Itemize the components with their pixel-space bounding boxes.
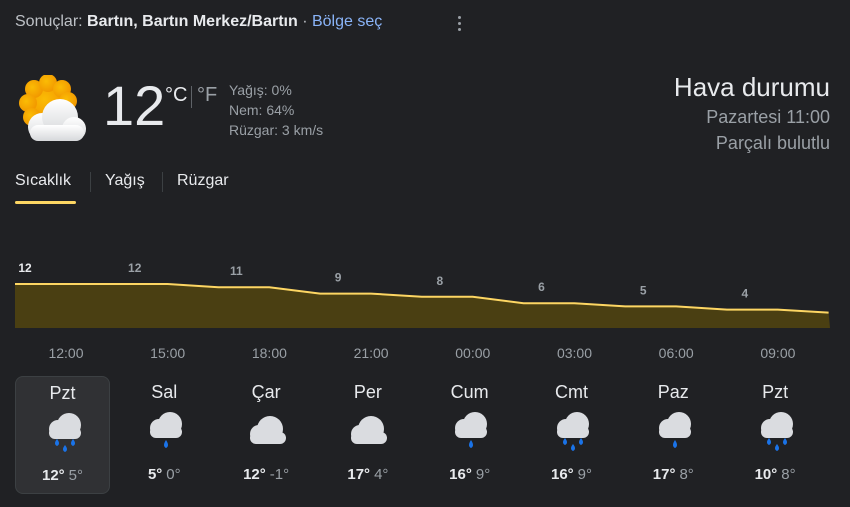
tab-precipitation[interactable]: Yağış: [105, 172, 145, 190]
temperature-chart: 12 12 11 9 8 6 5 4: [15, 261, 830, 328]
low-temp: 5°: [68, 467, 84, 484]
weather-condition: Parçalı bulutlu: [715, 133, 830, 153]
tab-wind[interactable]: Rüzgar: [177, 172, 229, 190]
cloudy-icon: [244, 408, 290, 454]
day-temps: 5° 0°: [117, 466, 212, 483]
high-temp: 17°: [347, 466, 371, 483]
hour-label: 03:00: [556, 345, 593, 361]
temperature-label: 11: [230, 264, 243, 278]
forecast-day[interactable]: Per 17° 4°: [320, 376, 415, 494]
select-region-link[interactable]: Bölge seç: [312, 13, 382, 30]
rain-icon: [41, 409, 87, 455]
partly-cloudy-icon: [16, 74, 90, 145]
forecast-day[interactable]: Pzt 10° 8°: [728, 376, 823, 494]
temperature-label: 12: [18, 261, 32, 275]
rain-icon: [753, 408, 799, 454]
day-name: Per: [353, 382, 382, 402]
low-temp: -1°: [269, 466, 290, 483]
day-name: Cmt: [555, 382, 588, 402]
low-temp: 8°: [781, 466, 796, 483]
hour-label: 06:00: [658, 345, 694, 361]
tab-divider: [162, 172, 163, 192]
day-name: Cum: [450, 382, 489, 402]
wind-stat: Rüzgar: 3 km/s: [229, 122, 324, 138]
cloudy-icon: [345, 408, 391, 454]
low-temp: 9°: [475, 466, 491, 483]
more-options-icon[interactable]: [450, 12, 468, 34]
hour-label: 21:00: [353, 345, 389, 361]
tab-temperature[interactable]: Sıcaklık: [15, 172, 71, 190]
low-temp: 0°: [166, 466, 181, 483]
day-temps: 17° 8°: [626, 466, 721, 483]
day-temps: 12° 5°: [16, 467, 109, 484]
high-temp: 5°: [147, 466, 163, 483]
weather-title: Hava durumu: [673, 72, 830, 102]
weather-datetime: Pazartesi 11:00: [706, 107, 830, 127]
forecast-day[interactable]: Cum 16° 9°: [422, 376, 517, 494]
day-name: Pzt: [49, 383, 76, 403]
high-temp: 17°: [652, 466, 676, 483]
day-temps: 16° 9°: [524, 466, 619, 483]
results-label: Sonuçlar:: [15, 13, 83, 30]
current-temperature: 12: [103, 74, 166, 137]
high-temp: 16°: [449, 466, 472, 483]
day-name: Paz: [657, 382, 689, 402]
hour-label: 09:00: [760, 345, 796, 361]
location-name: Bartın, Bartın Merkez/Bartın: [87, 13, 298, 30]
temperature-label: 8: [436, 274, 443, 288]
hour-label: 18:00: [251, 345, 287, 361]
forecast-day[interactable]: Sal 5° 0°: [117, 376, 212, 494]
day-name: Sal: [151, 382, 178, 402]
high-temp: 10°: [754, 466, 778, 483]
rain-icon: [549, 408, 595, 454]
forecast-day[interactable]: Çar 12° -1°: [219, 376, 314, 494]
low-temp: 9°: [577, 466, 593, 483]
hour-label: 00:00: [455, 345, 491, 361]
forecast-day[interactable]: Paz 17° 8°: [626, 376, 721, 494]
tab-divider: [90, 172, 91, 192]
day-temps: 17° 4°: [320, 466, 415, 483]
low-temp: 4°: [374, 466, 389, 483]
forecast-day[interactable]: Pzt 12° 5°: [15, 376, 110, 494]
temperature-label: 9: [335, 271, 342, 285]
high-temp: 12°: [243, 466, 266, 483]
temperature-area: [15, 284, 830, 328]
day-name: Çar: [251, 382, 281, 402]
celsius-toggle[interactable]: °C: [165, 84, 187, 107]
results-location-line: Sonuçlar: Bartın, Bartın Merkez/Bartın ·…: [15, 13, 382, 31]
day-temps: 16° 9°: [422, 466, 517, 483]
low-temp: 8°: [679, 466, 694, 483]
forecast-day[interactable]: Cmt 16° 9°: [524, 376, 619, 494]
high-temp: 16°: [550, 466, 574, 483]
temperature-label: 4: [742, 287, 749, 301]
day-temps: 12° -1°: [219, 466, 314, 483]
active-tab-indicator: [15, 201, 76, 204]
temperature-label: 5: [640, 283, 647, 297]
humidity-stat: Nem: 64%: [229, 102, 295, 118]
hour-label: 15:00: [150, 345, 186, 361]
day-temps: 10° 8°: [728, 466, 823, 483]
showers-icon: [142, 408, 188, 454]
temperature-label: 12: [128, 261, 142, 275]
high-temp: 12°: [41, 467, 65, 484]
showers-icon: [447, 408, 493, 454]
unit-divider: [191, 86, 192, 108]
fahrenheit-toggle[interactable]: °F: [197, 84, 217, 107]
day-name: Pzt: [762, 382, 789, 402]
showers-icon: [651, 408, 697, 454]
separator: ·: [297, 13, 312, 30]
temperature-label: 6: [538, 280, 545, 294]
precipitation-stat: Yağış: 0%: [229, 82, 292, 98]
hour-label: 12:00: [48, 345, 84, 361]
